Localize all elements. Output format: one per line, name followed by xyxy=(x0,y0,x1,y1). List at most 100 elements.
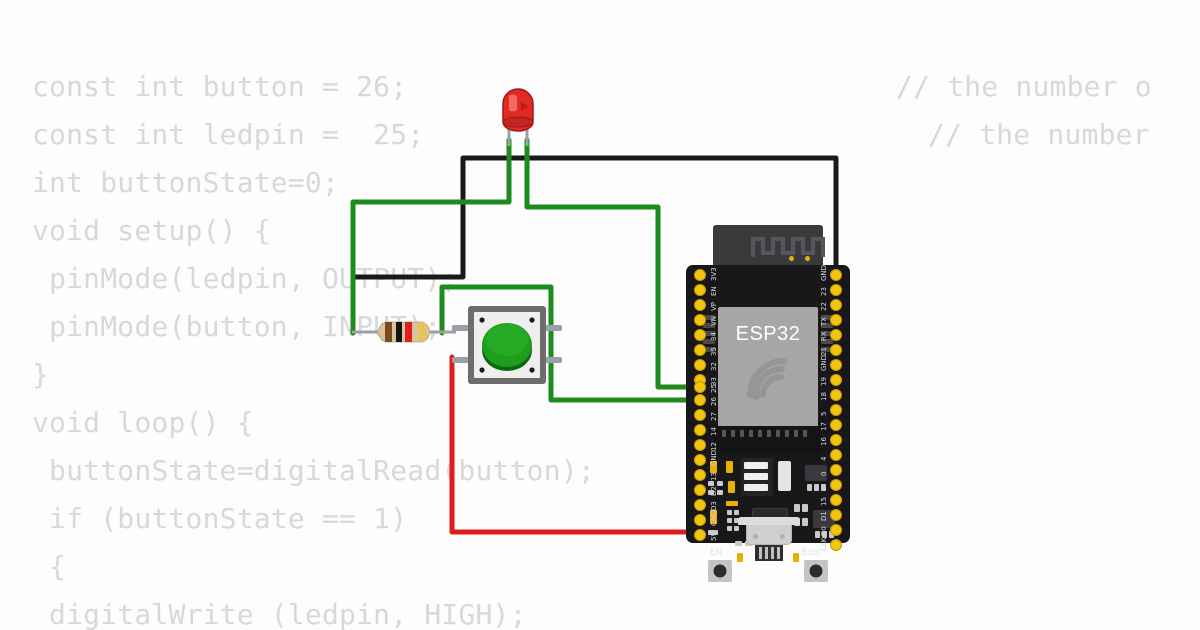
smd-part xyxy=(821,484,826,491)
pushbutton-component[interactable] xyxy=(452,303,562,387)
smd-part xyxy=(744,462,768,469)
smd-part xyxy=(708,490,714,495)
pin-right-8[interactable] xyxy=(830,389,842,401)
pin-right-0-gnd[interactable] xyxy=(830,269,842,281)
smd-part xyxy=(727,526,732,531)
pin-right-1[interactable] xyxy=(830,284,842,296)
smd-part xyxy=(807,484,812,491)
esp32-board[interactable]: ESP32 EN Boot 3V3 EN VP VN 34 35 32 33 2… xyxy=(686,225,850,582)
resistor-band-black xyxy=(396,322,402,342)
pin-right-9[interactable] xyxy=(830,404,842,416)
pin-right-13[interactable] xyxy=(830,464,842,476)
module-pad xyxy=(789,256,794,261)
smd-part xyxy=(734,526,739,531)
smd-part xyxy=(726,461,733,473)
pin-right-3[interactable] xyxy=(830,314,842,326)
module-bottom-pads xyxy=(714,426,822,454)
smd-part xyxy=(737,553,743,562)
smd-part xyxy=(744,473,768,480)
wifi-icon xyxy=(747,358,787,400)
esp32-module-label: ESP32 xyxy=(735,323,801,345)
smd-part xyxy=(726,501,738,506)
pin-left-11[interactable] xyxy=(694,424,706,436)
smd-part xyxy=(744,484,768,491)
pin-right-11[interactable] xyxy=(830,434,842,446)
pin-right-2[interactable] xyxy=(830,299,842,311)
pin-left-18-5v[interactable] xyxy=(694,529,706,541)
pin-right-14[interactable] xyxy=(830,479,842,491)
button-rivet xyxy=(479,317,485,323)
pin-left-13[interactable] xyxy=(694,454,706,466)
smd-part xyxy=(728,481,735,493)
capacitor xyxy=(778,461,791,491)
led-highlight xyxy=(509,94,517,112)
pin-left-1[interactable] xyxy=(694,284,706,296)
smd-part xyxy=(802,518,808,526)
silk-boot-label: Boot xyxy=(801,548,822,558)
pin-left-5[interactable] xyxy=(694,344,706,356)
smd-chip xyxy=(805,465,827,481)
pin-right-5[interactable] xyxy=(830,344,842,356)
pin-left-17[interactable] xyxy=(694,514,706,526)
led-flange xyxy=(502,116,534,128)
pin-right-10[interactable] xyxy=(830,419,842,431)
pin-right-6[interactable] xyxy=(830,359,842,371)
circuit-diagram-canvas: const int button = 26; const int ledpin … xyxy=(0,0,1200,630)
pin-right-12[interactable] xyxy=(830,449,842,461)
esp32-module-shield xyxy=(713,225,825,267)
pin-left-16[interactable] xyxy=(694,499,706,511)
smd-part xyxy=(815,531,820,538)
smd-part xyxy=(822,531,827,538)
pin-left-10[interactable] xyxy=(694,409,706,421)
pin-left-3[interactable] xyxy=(694,314,706,326)
button-rivet xyxy=(529,367,535,373)
smd-part xyxy=(814,484,819,491)
usb-screw xyxy=(780,534,785,539)
led-indicator xyxy=(710,510,717,524)
resistor-component[interactable] xyxy=(352,318,456,346)
pin-left-9-gpio26[interactable] xyxy=(694,394,706,406)
usb-screw xyxy=(753,534,758,539)
pin-left-12[interactable] xyxy=(694,439,706,451)
pin-left-8-gpio25[interactable] xyxy=(694,381,706,393)
button-rivet xyxy=(479,367,485,373)
wire-layer xyxy=(350,137,839,535)
smd-part xyxy=(717,490,723,495)
silk-en-label: EN xyxy=(710,548,723,558)
pin-left-0[interactable] xyxy=(694,269,706,281)
usb-pin xyxy=(777,547,780,559)
pin-left-15[interactable] xyxy=(694,484,706,496)
usb-pin xyxy=(771,547,774,559)
smd-part xyxy=(708,530,718,535)
smd-part xyxy=(710,461,717,473)
led-component[interactable] xyxy=(497,84,539,154)
usb-pin xyxy=(759,547,762,559)
resistor-band-gold xyxy=(418,323,426,341)
antenna-icon xyxy=(751,237,825,257)
smd-part xyxy=(727,510,732,515)
usb-pin xyxy=(765,547,768,559)
smd-part xyxy=(794,504,800,512)
resistor-band-brown xyxy=(385,322,392,342)
module-pad xyxy=(805,256,810,261)
button-rivet xyxy=(529,317,535,323)
resistor-band-red xyxy=(405,322,412,342)
pin-right-4[interactable] xyxy=(830,329,842,341)
pin-right-17[interactable] xyxy=(830,524,842,536)
pin-right-7[interactable] xyxy=(830,374,842,386)
pin-left-2[interactable] xyxy=(694,299,706,311)
pin-right-18[interactable] xyxy=(830,539,842,551)
esp32-pcb: ESP32 EN Boot xyxy=(686,265,850,582)
smd-part xyxy=(735,541,742,546)
boot-button[interactable] xyxy=(804,560,828,582)
pin-left-14[interactable] xyxy=(694,469,706,481)
pin-left-6[interactable] xyxy=(694,359,706,371)
smd-part xyxy=(734,510,739,515)
pin-right-15[interactable] xyxy=(830,494,842,506)
smd-part xyxy=(717,481,723,486)
smd-part xyxy=(727,518,732,523)
smd-part xyxy=(802,504,808,512)
pin-right-16[interactable] xyxy=(830,509,842,521)
en-button[interactable] xyxy=(708,560,732,582)
pin-left-4[interactable] xyxy=(694,329,706,341)
